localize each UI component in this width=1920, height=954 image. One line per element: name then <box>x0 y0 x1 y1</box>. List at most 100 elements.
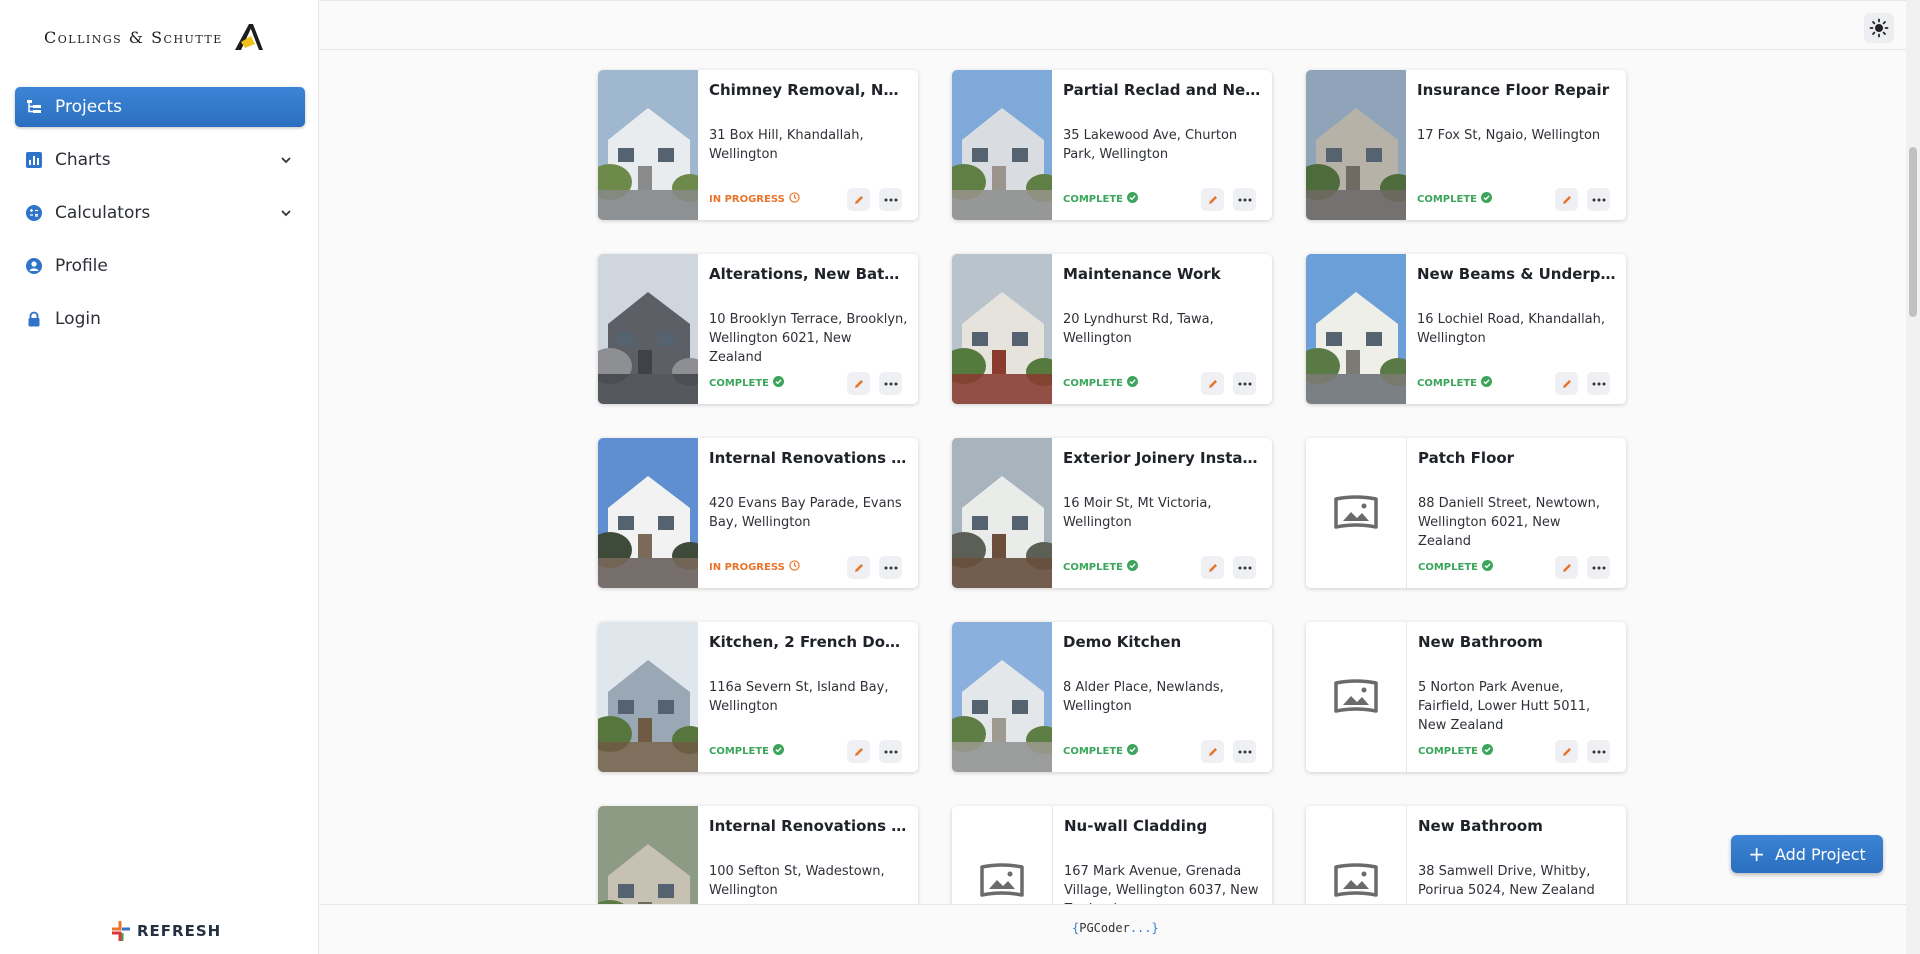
edit-button[interactable] <box>1201 372 1224 395</box>
project-card[interactable]: Maintenance Work 20 Lyndhurst Rd, Tawa, W… <box>952 254 1272 404</box>
project-card[interactable]: Internal Renovations & Joi... 100 Sefton … <box>598 806 918 904</box>
edit-button[interactable] <box>1555 188 1578 211</box>
edit-button[interactable] <box>1555 372 1578 395</box>
project-card[interactable]: Exterior Joinery Install & la... 16 Moir … <box>952 438 1272 588</box>
project-card[interactable]: Patch Floor 88 Daniell Street, Newtown, W… <box>1306 438 1626 588</box>
project-card[interactable]: Kitchen, 2 French Doors, La... 116a Sever… <box>598 622 918 772</box>
more-options-button[interactable] <box>1233 188 1256 211</box>
project-title[interactable]: New Bathroom <box>1418 816 1616 836</box>
project-photo <box>1306 254 1406 404</box>
status-label: COMPLETE <box>1063 377 1123 389</box>
project-card-body: Internal Renovations & Joi... 100 Sefton … <box>698 806 918 904</box>
project-title[interactable]: Nu-wall Cladding <box>1064 816 1262 836</box>
chevron-down-icon[interactable] <box>279 206 293 220</box>
more-options-button[interactable] <box>1233 372 1256 395</box>
footer-brace-right: ...} <box>1129 921 1159 935</box>
more-options-button[interactable] <box>879 740 902 763</box>
status-badge: COMPLETE <box>1063 192 1138 206</box>
project-card[interactable]: New Bathroom 5 Norton Park Avenue, Fairfi… <box>1306 622 1626 772</box>
project-title[interactable]: Exterior Joinery Install & la... <box>1063 448 1262 468</box>
progress-clock-icon <box>789 560 800 574</box>
image-placeholder-icon <box>1306 438 1407 588</box>
brand-logo[interactable]: Collings & Schutte <box>44 22 263 52</box>
project-photo <box>598 70 698 220</box>
edit-button[interactable] <box>847 188 870 211</box>
edit-button[interactable] <box>1555 740 1578 763</box>
project-photo <box>598 254 698 404</box>
project-title[interactable]: Internal Renovations & Joi... <box>709 448 908 468</box>
status-label: COMPLETE <box>1063 561 1123 573</box>
brand-name: Collings & Schutte <box>44 27 223 47</box>
project-title[interactable]: Internal Renovations & Joi... <box>709 816 908 836</box>
more-horizontal-icon <box>884 382 897 385</box>
vertical-scrollbar[interactable] <box>1906 0 1920 954</box>
sidebar-item-profile[interactable]: Profile <box>15 246 305 286</box>
project-card[interactable]: Insurance Floor Repair 17 Fox St, Ngaio, … <box>1306 70 1626 220</box>
project-title[interactable]: Demo Kitchen <box>1063 632 1262 652</box>
more-options-button[interactable] <box>879 188 902 211</box>
project-address: 38 Samwell Drive, Whitby, Porirua 5024, … <box>1418 864 1595 898</box>
more-options-button[interactable] <box>1587 556 1610 579</box>
card-actions <box>847 556 902 579</box>
project-card[interactable]: New Bathroom 38 Samwell Drive, Whitby, Po… <box>1306 806 1626 904</box>
more-horizontal-icon <box>1592 382 1605 385</box>
project-card[interactable]: New Beams & Underpinnin... 16 Lochiel Roa… <box>1306 254 1626 404</box>
project-card-body: Chimney Removal, New Jo... 31 Box Hill, K… <box>698 70 918 220</box>
sidebar-item-projects[interactable]: Projects <box>15 87 305 127</box>
pencil-icon <box>1562 563 1571 572</box>
add-project-button[interactable]: + Add Project <box>1731 835 1883 873</box>
sidebar-item-charts[interactable]: Charts <box>15 140 305 180</box>
project-card-body: Kitchen, 2 French Doors, La... 116a Sever… <box>698 622 918 772</box>
scrollbar-thumb[interactable] <box>1909 147 1917 317</box>
more-options-button[interactable] <box>1587 188 1610 211</box>
edit-button[interactable] <box>1201 188 1224 211</box>
more-horizontal-icon <box>1238 382 1251 385</box>
project-card[interactable]: Chimney Removal, New Jo... 31 Box Hill, K… <box>598 70 918 220</box>
refresh-logo-icon <box>112 921 130 941</box>
refresh-button[interactable]: REFRESH <box>111 920 221 942</box>
project-title[interactable]: New Beams & Underpinnin... <box>1417 264 1616 284</box>
project-title[interactable]: New Bathroom <box>1418 632 1616 652</box>
more-options-button[interactable] <box>1233 740 1256 763</box>
edit-button[interactable] <box>847 372 870 395</box>
project-title[interactable]: Kitchen, 2 French Doors, La... <box>709 632 908 652</box>
project-card[interactable]: Internal Renovations & Joi... 420 Evans B… <box>598 438 918 588</box>
sidebar-item-label: Projects <box>55 97 123 117</box>
edit-button[interactable] <box>1201 740 1224 763</box>
more-options-button[interactable] <box>1233 556 1256 579</box>
project-photo <box>598 806 698 904</box>
project-title[interactable]: Partial Reclad and New Joi... <box>1063 80 1262 100</box>
project-card-body: New Bathroom 5 Norton Park Avenue, Fairfi… <box>1407 622 1626 772</box>
edit-button[interactable] <box>1555 556 1578 579</box>
project-card[interactable]: Demo Kitchen 8 Alder Place, Newlands, Wel… <box>952 622 1272 772</box>
more-options-button[interactable] <box>1587 740 1610 763</box>
project-title[interactable]: Maintenance Work <box>1063 264 1262 284</box>
project-title[interactable]: Alterations, New Bathroom... <box>709 264 908 284</box>
more-options-button[interactable] <box>879 372 902 395</box>
edit-button[interactable] <box>847 556 870 579</box>
more-options-button[interactable] <box>879 556 902 579</box>
project-title[interactable]: Chimney Removal, New Jo... <box>709 80 908 100</box>
projects-main: Chimney Removal, New Jo... 31 Box Hill, K… <box>320 51 1900 904</box>
project-card[interactable]: Partial Reclad and New Joi... 35 Lakewood… <box>952 70 1272 220</box>
sidebar-item-login[interactable]: Login <box>15 299 305 339</box>
footer-brand[interactable]: {PGCoder...} <box>1072 921 1159 935</box>
status-label: IN PROGRESS <box>709 193 785 205</box>
more-options-button[interactable] <box>1587 372 1610 395</box>
status-badge: COMPLETE <box>1417 376 1492 390</box>
pencil-icon <box>1562 379 1571 388</box>
image-placeholder-icon <box>1306 806 1407 904</box>
project-address: 17 Fox St, Ngaio, Wellington <box>1417 128 1601 143</box>
chevron-down-icon[interactable] <box>279 153 293 167</box>
theme-toggle-button[interactable] <box>1864 13 1894 43</box>
status-badge: IN PROGRESS <box>709 560 800 574</box>
sidebar-item-calculators[interactable]: Calculators <box>15 193 305 233</box>
project-card[interactable]: Nu-wall Cladding 167 Mark Avenue, Grenada… <box>952 806 1272 904</box>
edit-button[interactable] <box>847 740 870 763</box>
project-card[interactable]: Alterations, New Bathroom... 10 Brooklyn … <box>598 254 918 404</box>
project-card-body: Exterior Joinery Install & la... 16 Moir … <box>1052 438 1272 588</box>
progress-clock-icon <box>789 192 800 206</box>
edit-button[interactable] <box>1201 556 1224 579</box>
project-title[interactable]: Patch Floor <box>1418 448 1616 468</box>
project-title[interactable]: Insurance Floor Repair <box>1417 80 1616 100</box>
